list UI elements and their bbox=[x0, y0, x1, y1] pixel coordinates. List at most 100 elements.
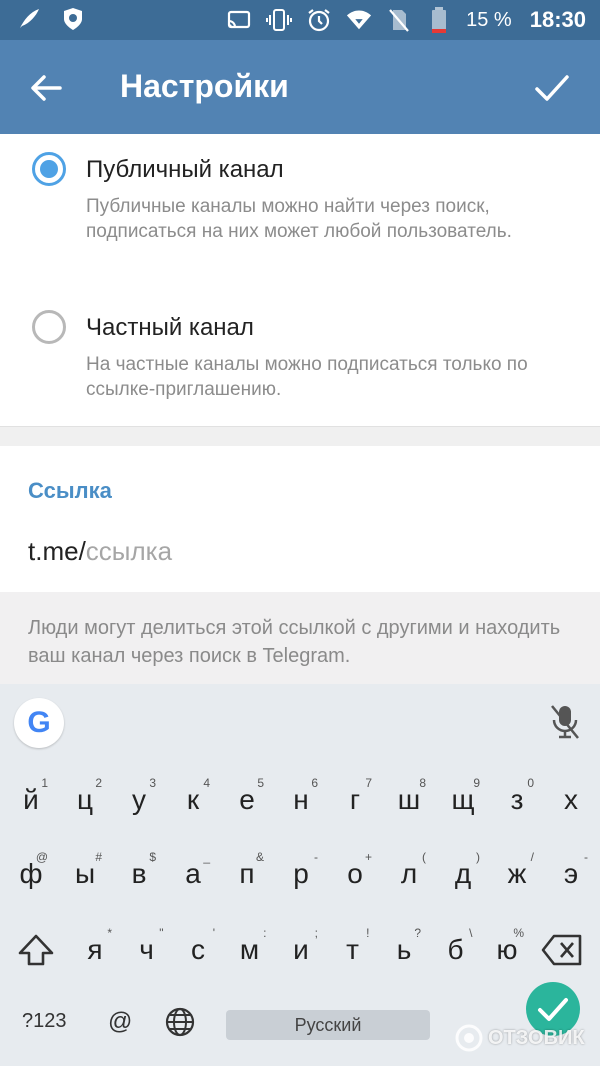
key-char: ш bbox=[397, 784, 421, 815]
key-ы[interactable]: # ы bbox=[58, 844, 112, 902]
key-х[interactable]: х bbox=[544, 770, 598, 828]
key-т[interactable]: ! т bbox=[326, 920, 380, 978]
key-р[interactable]: -р bbox=[274, 844, 328, 902]
link-hint-text: Люди могут делиться этой ссылкой с други… bbox=[28, 617, 561, 667]
key-к[interactable]: 4к bbox=[166, 770, 220, 828]
app-bar: Настройки bbox=[0, 40, 600, 134]
section-divider bbox=[0, 426, 600, 446]
link-hint-panel: Люди могут делиться этой ссылкой с други… bbox=[0, 592, 600, 684]
key-char: в bbox=[131, 858, 147, 889]
key-г[interactable]: 7г bbox=[328, 770, 382, 828]
key-char: й bbox=[23, 784, 39, 815]
no-sim-icon bbox=[386, 7, 412, 33]
key-и[interactable]: ; и bbox=[274, 920, 328, 978]
space-key[interactable]: Русский bbox=[226, 1010, 430, 1040]
watermark-logo-icon bbox=[455, 1024, 483, 1052]
clock-time: 18:30 bbox=[529, 7, 586, 32]
key-щ[interactable]: 9щ bbox=[436, 770, 490, 828]
link-section: Ссылка t.me/ bbox=[0, 446, 600, 592]
link-field-row: t.me/ bbox=[28, 536, 386, 567]
channel-type-section: Публичный канал Публичные каналы можно н… bbox=[0, 134, 600, 426]
shift-key[interactable] bbox=[14, 928, 58, 972]
key-char: п bbox=[239, 858, 255, 889]
key-char: и bbox=[293, 934, 309, 965]
language-key[interactable] bbox=[164, 1006, 196, 1038]
option-title: Публичный канал bbox=[86, 156, 284, 183]
page-title: Настройки bbox=[120, 68, 289, 104]
key-char: х bbox=[564, 784, 578, 815]
key-char: ц bbox=[76, 784, 94, 815]
arrow-left-icon bbox=[31, 75, 62, 101]
confirm-button[interactable] bbox=[530, 66, 574, 110]
key-п[interactable]: & п bbox=[220, 844, 274, 902]
key-э[interactable]: -э bbox=[544, 844, 598, 902]
key-ю[interactable]: % ю bbox=[480, 920, 534, 978]
option-description: На частные каналы можно подписаться толь… bbox=[86, 354, 528, 400]
key-с[interactable]: ' с bbox=[171, 920, 225, 978]
backspace-icon bbox=[541, 934, 582, 966]
battery-icon bbox=[426, 7, 452, 33]
otzovik-watermark: ОТЗОВИК bbox=[454, 1020, 594, 1056]
key-ч[interactable]: " ч bbox=[120, 920, 174, 978]
key-ж[interactable]: / ж bbox=[490, 844, 544, 902]
backspace-key[interactable] bbox=[540, 932, 584, 968]
key-char: р bbox=[293, 858, 309, 889]
radio-public-selected[interactable] bbox=[32, 152, 66, 186]
key-char: я bbox=[87, 934, 103, 965]
key-char: ф bbox=[19, 858, 43, 889]
link-section-header: Ссылка bbox=[28, 478, 112, 503]
key-ф[interactable]: @ ф bbox=[4, 844, 58, 902]
key-char: ж bbox=[507, 858, 527, 889]
link-input[interactable] bbox=[85, 536, 386, 567]
mic-off-button[interactable] bbox=[548, 702, 582, 742]
key-л[interactable]: (л bbox=[382, 844, 436, 902]
key-у[interactable]: 3у bbox=[112, 770, 166, 828]
key-char: щ bbox=[451, 784, 475, 815]
cast-icon bbox=[226, 7, 252, 33]
key-char: ы bbox=[74, 858, 96, 889]
at-key[interactable]: @ bbox=[108, 1008, 132, 1036]
key-char: д bbox=[454, 858, 472, 889]
key-char: у bbox=[132, 784, 146, 815]
key-з[interactable]: 0з bbox=[490, 770, 544, 828]
option-private-channel[interactable]: Частный канал На частные каналы можно по… bbox=[0, 294, 600, 414]
battery-percent: 15 % bbox=[466, 8, 512, 31]
lion-shield-icon bbox=[60, 6, 86, 32]
key-ь[interactable]: ? ь bbox=[377, 920, 431, 978]
key-е[interactable]: 5е bbox=[220, 770, 274, 828]
key-char: ю bbox=[496, 934, 518, 965]
key-char: с bbox=[191, 934, 205, 965]
key-й[interactable]: 1й bbox=[4, 770, 58, 828]
key-char: ч bbox=[139, 934, 154, 965]
radio-private[interactable] bbox=[32, 310, 66, 344]
key-а[interactable]: _ а bbox=[166, 844, 220, 902]
key-char: т bbox=[346, 934, 359, 965]
key-м[interactable]: :м bbox=[223, 920, 277, 978]
key-char: н bbox=[293, 784, 309, 815]
key-char: к bbox=[186, 784, 200, 815]
option-description: Публичные каналы можно найти через поиск… bbox=[86, 196, 512, 242]
key-н[interactable]: 6н bbox=[274, 770, 328, 828]
feather-icon bbox=[16, 6, 42, 32]
key-д[interactable]: ) д bbox=[436, 844, 490, 902]
google-search-button[interactable]: G bbox=[14, 698, 64, 748]
numbers-key[interactable]: ?123 bbox=[22, 1010, 67, 1033]
link-prefix: t.me/ bbox=[28, 536, 86, 566]
key-ш[interactable]: 8ш bbox=[382, 770, 436, 828]
key-я[interactable]: * я bbox=[68, 920, 122, 978]
key-б[interactable]: \ б bbox=[429, 920, 483, 978]
key-ц[interactable]: 2ц bbox=[58, 770, 112, 828]
back-button[interactable] bbox=[26, 68, 66, 108]
key-в[interactable]: $ в bbox=[112, 844, 166, 902]
watermark-text: ОТЗОВИК bbox=[488, 1026, 585, 1049]
option-public-channel[interactable]: Публичный канал Публичные каналы можно н… bbox=[0, 134, 600, 284]
on-screen-keyboard: G 1й2ц3у4к5е6н7г8ш9щ0зх @ ф # ы $ в _ а & п - р + о(л… bbox=[0, 684, 600, 1066]
key-о[interactable]: + о bbox=[328, 844, 382, 902]
mic-off-icon bbox=[551, 705, 579, 739]
key-char: з bbox=[510, 784, 524, 815]
key-char: е bbox=[239, 784, 255, 815]
key-char: о bbox=[347, 858, 363, 889]
option-title: Частный канал bbox=[86, 314, 254, 341]
key-char: л bbox=[400, 858, 418, 889]
key-char: м bbox=[239, 934, 260, 965]
